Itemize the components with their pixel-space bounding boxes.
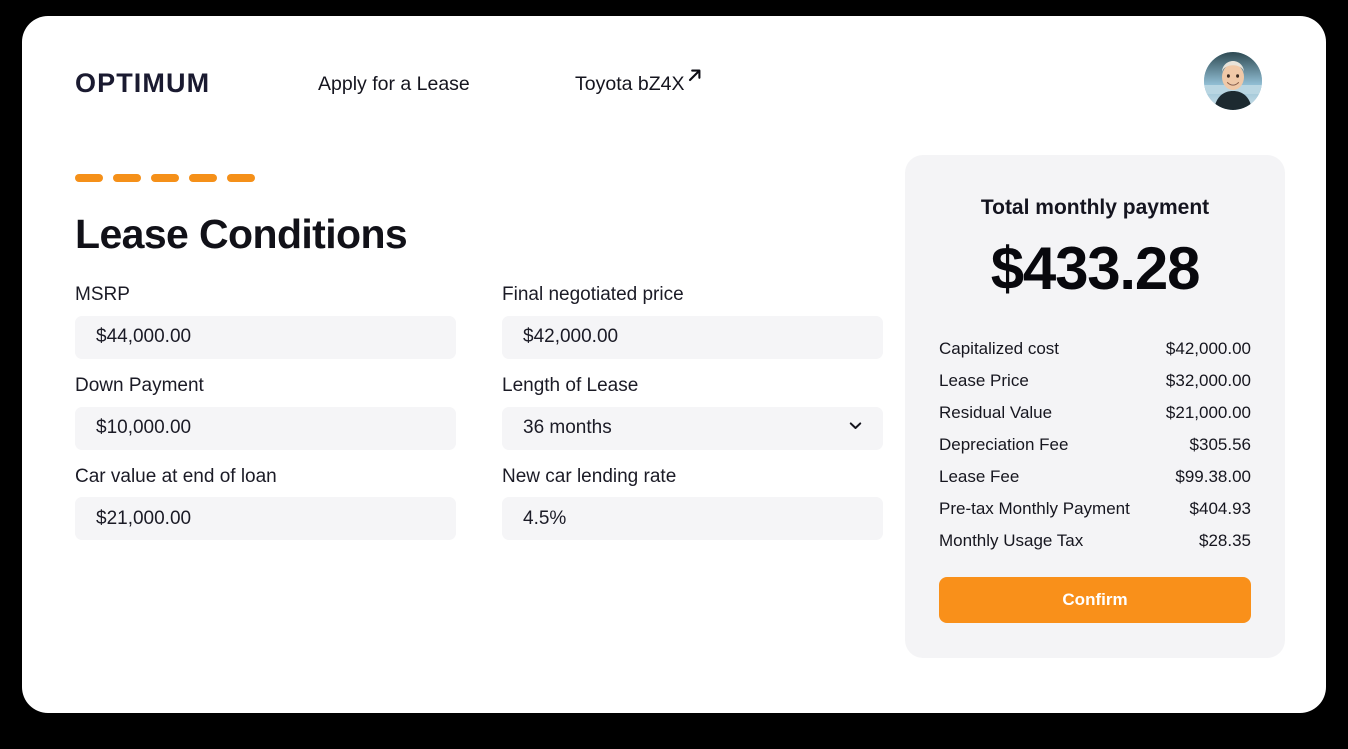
payment-summary-panel: Total monthly payment $433.28 Capitalize… bbox=[905, 155, 1285, 658]
length-of-lease-select[interactable]: 36 months bbox=[502, 406, 883, 450]
total-monthly-payment-amount: $433.28 bbox=[990, 235, 1201, 302]
progress-step-5 bbox=[227, 174, 255, 182]
progress-step-2 bbox=[113, 174, 141, 182]
breakdown-label: Capitalized cost bbox=[939, 339, 1060, 358]
table-row: Pre-tax Monthly Payment $404.93 bbox=[939, 493, 1251, 525]
length-of-lease-value: 36 months bbox=[523, 417, 612, 439]
fields-grid: MSRP $44,000.00 Final negotiated price $… bbox=[75, 284, 885, 541]
field-length-of-lease: Length of Lease 36 months bbox=[502, 375, 883, 450]
msrp-value: $44,000.00 bbox=[96, 326, 192, 348]
breakdown-value: $42,000.00 bbox=[1165, 339, 1251, 358]
breakdown-value: $404.93 bbox=[1189, 499, 1251, 518]
final-negotiated-price-value: $42,000.00 bbox=[523, 326, 619, 348]
field-down-payment: Down Payment $10,000.00 bbox=[75, 375, 456, 450]
field-length-of-lease-label: Length of Lease bbox=[502, 374, 639, 396]
field-msrp-label: MSRP bbox=[75, 284, 130, 305]
car-value-at-end-of-loan-input[interactable]: $21,000.00 bbox=[75, 497, 456, 541]
down-payment-input[interactable]: $10,000.00 bbox=[75, 406, 456, 450]
breakdown-label: Pre-tax Monthly Payment bbox=[939, 499, 1130, 518]
progress-step-1 bbox=[75, 174, 103, 182]
breakdown-value: $305.56 bbox=[1189, 435, 1251, 454]
confirm-button[interactable]: Confirm bbox=[939, 577, 1251, 623]
breakdown-value: $99.38.00 bbox=[1175, 467, 1251, 486]
field-msrp: MSRP $44,000.00 bbox=[75, 284, 456, 359]
down-payment-value: $10,000.00 bbox=[96, 417, 192, 439]
field-car-value-at-end-of-loan-label: Car value at end of loan bbox=[75, 465, 277, 487]
field-final-negotiated-price: Final negotiated price $42,000.00 bbox=[502, 284, 883, 359]
table-row: Lease Fee $99.38.00 bbox=[939, 461, 1251, 493]
progress-step-indicator bbox=[75, 174, 885, 182]
field-new-car-lending-rate-label: New car lending rate bbox=[502, 465, 677, 487]
brand-logo: OPTIMUM bbox=[75, 68, 211, 98]
field-down-payment-label: Down Payment bbox=[75, 374, 204, 396]
new-car-lending-rate-input[interactable]: 4.5% bbox=[502, 497, 883, 541]
avatar[interactable] bbox=[1204, 52, 1262, 110]
new-car-lending-rate-value: 4.5% bbox=[523, 507, 567, 529]
car-value-at-end-of-loan-value: $21,000.00 bbox=[96, 507, 192, 529]
breakdown-label: Depreciation Fee bbox=[939, 435, 1069, 454]
nav-item-apply-for-a-lease[interactable]: Apply for a Lease bbox=[318, 73, 470, 96]
breakdown-value: $28.35 bbox=[1199, 531, 1251, 550]
arrow-up-right-icon bbox=[685, 66, 704, 91]
table-row: Capitalized cost $42,000.00 bbox=[939, 333, 1251, 365]
summary-title: Total monthly payment bbox=[980, 196, 1210, 219]
app-header: OPTIMUM Apply for a Lease Toyota bZ4X bbox=[22, 16, 1326, 136]
progress-step-3 bbox=[151, 174, 179, 182]
lease-conditions-form: Lease Conditions MSRP $44,000.00 Final n… bbox=[75, 174, 885, 541]
breakdown-value: $32,000.00 bbox=[1165, 371, 1251, 390]
progress-step-4 bbox=[189, 174, 217, 182]
breakdown-label: Residual Value bbox=[939, 403, 1053, 422]
final-negotiated-price-input[interactable]: $42,000.00 bbox=[502, 315, 883, 359]
field-new-car-lending-rate: New car lending rate 4.5% bbox=[502, 466, 883, 541]
page-background: OPTIMUM Apply for a Lease Toyota bZ4X Le… bbox=[0, 0, 1348, 749]
breakdown-label: Lease Price bbox=[939, 371, 1029, 390]
page-title: Lease Conditions bbox=[75, 211, 408, 257]
breakdown-label: Lease Fee bbox=[939, 467, 1020, 486]
table-row: Residual Value $21,000.00 bbox=[939, 397, 1251, 429]
nav-apply-label: Apply for a Lease bbox=[318, 73, 470, 95]
table-row: Lease Price $32,000.00 bbox=[939, 365, 1251, 397]
table-row: Depreciation Fee $305.56 bbox=[939, 429, 1251, 461]
field-final-negotiated-price-label: Final negotiated price bbox=[502, 284, 684, 305]
breakdown-label: Monthly Usage Tax bbox=[939, 531, 1084, 550]
breakdown-list: Capitalized cost $42,000.00 Lease Price … bbox=[939, 333, 1251, 557]
field-car-value-at-end-of-loan: Car value at end of loan $21,000.00 bbox=[75, 466, 456, 541]
nav-item-toyota-bz4x[interactable]: Toyota bZ4X bbox=[575, 69, 704, 98]
app-card: OPTIMUM Apply for a Lease Toyota bZ4X Le… bbox=[22, 16, 1326, 713]
nav-vehicle-label: Toyota bZ4X bbox=[575, 73, 685, 95]
table-row: Monthly Usage Tax $28.35 bbox=[939, 525, 1251, 557]
msrp-input[interactable]: $44,000.00 bbox=[75, 315, 456, 359]
breakdown-value: $21,000.00 bbox=[1165, 403, 1251, 422]
chevron-down-icon bbox=[846, 416, 865, 441]
